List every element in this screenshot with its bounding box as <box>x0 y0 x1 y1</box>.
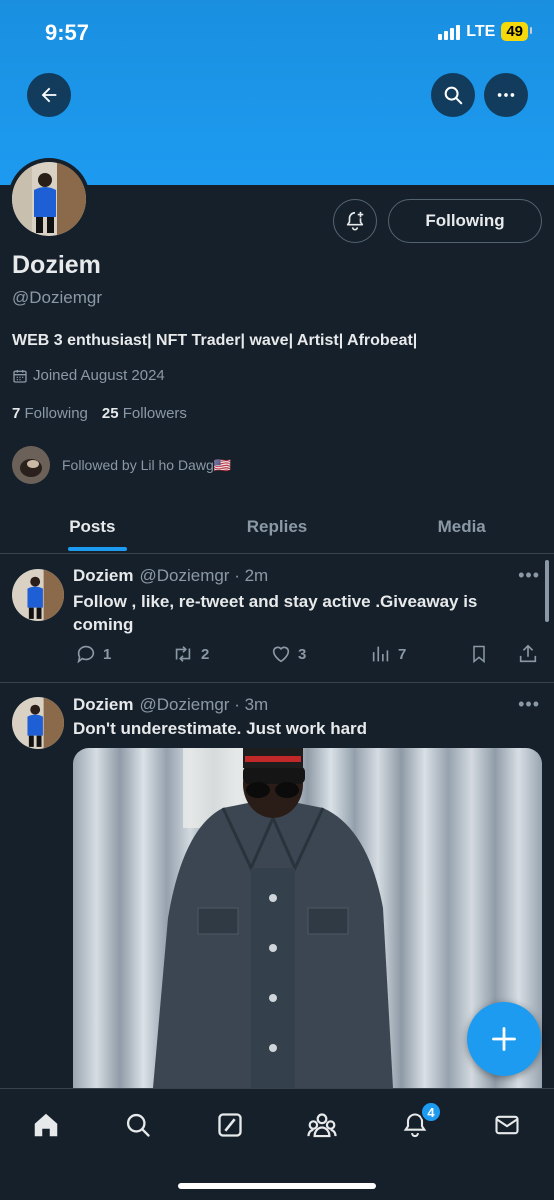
followers-count: 25 <box>101 405 119 422</box>
reply-button[interactable]: 1 <box>75 643 111 665</box>
avatar-photo <box>12 162 86 236</box>
profile-tabs: Posts Replies Media <box>0 500 554 554</box>
heart-icon <box>272 646 290 663</box>
back-button[interactable] <box>27 73 71 117</box>
grok-icon <box>218 1113 242 1137</box>
bookmark-button[interactable] <box>469 643 489 665</box>
post-more-icon[interactable]: ••• <box>518 694 540 715</box>
more-horizontal-icon <box>497 93 515 97</box>
views-count: 7 <box>398 645 407 663</box>
more-button[interactable] <box>484 73 528 117</box>
post-author-name[interactable]: Doziem <box>73 695 133 715</box>
post-author-name[interactable]: Doziem <box>73 566 133 586</box>
nav-communities[interactable] <box>304 1107 340 1143</box>
bell-plus-icon <box>346 211 364 231</box>
post-text: Don't underestimate. Just work hard <box>73 719 368 738</box>
notification-badge: 4 <box>420 1101 442 1123</box>
post-avatar[interactable] <box>12 569 64 621</box>
active-tab-indicator <box>68 547 127 551</box>
post-meta: @Doziemgr · 2m <box>139 566 269 585</box>
like-count: 3 <box>298 645 307 663</box>
search-icon <box>444 86 463 105</box>
reply-count: 1 <box>103 645 112 663</box>
notify-bell-button[interactable] <box>333 199 377 243</box>
tab-media[interactable]: Media <box>369 500 554 553</box>
home-icon <box>34 1113 58 1137</box>
joined-text: Joined August 2024 <box>33 367 165 384</box>
status-bar: 9:57 LTE 49 <box>0 0 554 64</box>
follower-avatar <box>12 446 50 484</box>
followed-by-row[interactable]: Followed by Lil ho Dawg🇺🇸 <box>12 446 231 484</box>
like-button[interactable]: 3 <box>270 643 306 665</box>
followers-stat[interactable]: 25 Followers <box>102 405 187 422</box>
status-time: 9:57 <box>45 20 90 45</box>
views-icon <box>372 646 389 662</box>
mail-icon <box>495 1115 519 1135</box>
nav-messages[interactable] <box>489 1107 525 1143</box>
battery-icon: 49 <box>501 22 532 41</box>
post-avatar[interactable] <box>12 697 64 749</box>
following-label: Following <box>24 405 88 422</box>
search-icon <box>126 1113 150 1137</box>
post-text: Follow , like, re-tweet and stay active … <box>73 592 478 634</box>
bookmark-icon <box>473 645 485 664</box>
followed-by-text: Followed by Lil ho Dawg🇺🇸 <box>62 456 232 473</box>
share-button[interactable] <box>517 643 539 665</box>
nav-search[interactable] <box>120 1107 156 1143</box>
nav-grok[interactable] <box>212 1107 248 1143</box>
compose-post-button[interactable] <box>467 1002 541 1076</box>
follow-stats: 7 Following 25 Followers <box>12 405 187 422</box>
post-more-icon[interactable]: ••• <box>518 565 540 586</box>
search-button[interactable] <box>431 73 475 117</box>
profile-bio: WEB 3 enthusiast| NFT Trader| wave| Arti… <box>12 332 418 349</box>
post-item[interactable]: Doziem @Doziemgr · 2m ••• Follow , like,… <box>0 555 554 683</box>
followers-label: Followers <box>122 405 187 422</box>
communities-icon <box>307 1113 337 1138</box>
home-indicator <box>178 1183 376 1189</box>
network-label: LTE <box>466 22 496 40</box>
views-button[interactable]: 7 <box>370 643 406 665</box>
share-icon <box>519 644 537 663</box>
tab-replies[interactable]: Replies <box>185 500 370 553</box>
post-meta: @Doziemgr · 3m <box>139 695 269 714</box>
repost-icon <box>175 646 191 662</box>
nav-home[interactable] <box>28 1107 64 1143</box>
following-count: 7 <box>12 405 21 422</box>
post-header: Doziem @Doziemgr · 3m <box>73 695 268 715</box>
profile-avatar[interactable] <box>8 158 90 240</box>
plus-icon <box>492 1027 516 1051</box>
reply-icon <box>77 645 95 664</box>
arrow-left-icon <box>41 87 57 103</box>
calendar-icon <box>13 369 27 383</box>
following-stat[interactable]: 7 Following <box>12 405 88 422</box>
joined-date: Joined August 2024 <box>12 367 165 384</box>
repost-count: 2 <box>201 645 210 663</box>
profile-handle: @Doziemgr <box>12 288 102 307</box>
post-header: Doziem @Doziemgr · 2m <box>73 566 268 586</box>
following-button[interactable]: Following <box>388 199 542 243</box>
repost-button[interactable]: 2 <box>171 643 209 665</box>
status-indicators: LTE 49 <box>438 22 532 41</box>
profile-display-name: Doziem <box>12 251 101 279</box>
tab-posts[interactable]: Posts <box>0 500 185 553</box>
signal-icon <box>438 24 461 40</box>
post-actions: 1 2 3 7 <box>73 643 543 667</box>
